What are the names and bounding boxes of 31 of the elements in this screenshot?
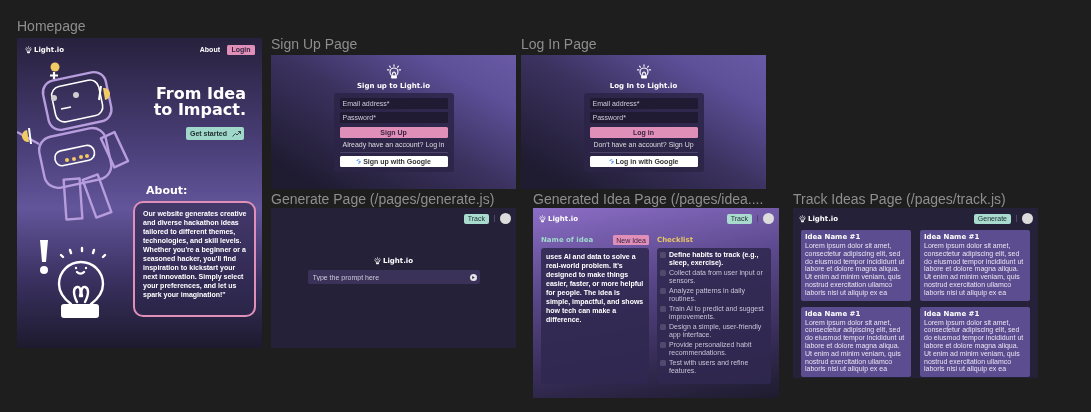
idea-card[interactable] xyxy=(920,230,1030,301)
google-icon xyxy=(608,159,614,164)
avatar[interactable] xyxy=(500,213,511,224)
headline: From Idea to Impact. xyxy=(152,86,246,118)
lightbulb-icon xyxy=(373,257,381,265)
checkbox[interactable] xyxy=(660,323,666,330)
frame-label: Generated Idea Page (/pages/idea.... xyxy=(533,190,764,208)
checkbox[interactable] xyxy=(660,251,666,258)
lightbulb-icon xyxy=(539,214,546,223)
lightbulb-icon xyxy=(799,214,806,223)
google-icon xyxy=(356,159,362,164)
avatar[interactable] xyxy=(1022,213,1033,224)
idea-card[interactable] xyxy=(920,306,1030,378)
section-title: About: xyxy=(146,184,188,197)
lightbulb-icon xyxy=(635,64,652,80)
frame-label: Sign Up Page xyxy=(271,35,358,53)
frame-label: Generate Page (/pages/generate.js) xyxy=(271,190,495,208)
frame-label: Track Ideas Page (/pages/track.js) xyxy=(793,190,1006,208)
arrow-icon xyxy=(232,130,241,137)
checkbox[interactable] xyxy=(660,305,666,312)
lightbulb-icon xyxy=(385,64,402,80)
lightbulb-icon xyxy=(25,45,32,54)
checkbox[interactable] xyxy=(660,359,666,366)
send-icon xyxy=(469,273,477,281)
frame-label: Log In Page xyxy=(521,35,597,53)
checkbox[interactable] xyxy=(660,269,666,276)
checkbox[interactable] xyxy=(660,341,666,348)
frame-label: Homepage xyxy=(17,17,86,35)
idea-card[interactable] xyxy=(801,306,911,378)
idea-card[interactable] xyxy=(801,230,911,301)
checkbox[interactable] xyxy=(660,287,666,294)
